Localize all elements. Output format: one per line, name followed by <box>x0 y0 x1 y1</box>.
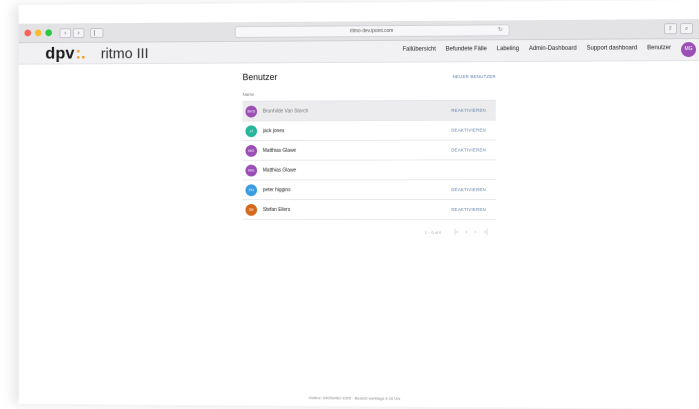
user-row[interactable]: BVS Brunhilde Van Storch REAKTIVIEREN <box>242 100 496 122</box>
pagination: 1 – 6 of 6 |‹ ‹ › ›| <box>243 229 496 236</box>
user-row[interactable]: SE Stefan Eilers DEAKTIVIEREN <box>242 200 496 220</box>
user-avatar: JJ <box>245 124 258 137</box>
user-row[interactable]: MG Matthias Glawe DEAKTIVIEREN <box>242 140 496 161</box>
page-title: Benutzer <box>242 72 278 83</box>
history-nav: ‹ › <box>59 27 85 38</box>
column-header-name: Name <box>242 91 255 97</box>
close-window-button[interactable] <box>24 29 32 37</box>
main-nav: Fallübersicht Befundete Fälle Labeling A… <box>403 45 671 53</box>
nav-fallubersicht[interactable]: Fallübersicht <box>403 47 436 53</box>
pagination-range: 1 – 6 of 6 <box>424 229 442 235</box>
maximize-window-button[interactable] <box>45 29 52 37</box>
first-page-icon[interactable]: |‹ <box>454 229 458 236</box>
next-page-icon[interactable]: › <box>474 229 476 236</box>
nav-labeling[interactable]: Labeling <box>497 46 519 52</box>
user-name: Stefan Eilers <box>262 206 291 213</box>
user-avatar[interactable]: MG <box>681 42 697 58</box>
deactivate-button[interactable]: DEAKTIVIEREN <box>451 207 486 212</box>
reload-icon[interactable]: ↻ <box>498 26 503 33</box>
browser-toolbar-right: ⇧ ⌕ <box>664 23 694 35</box>
user-avatar: SE <box>245 203 258 216</box>
window-controls <box>24 29 52 37</box>
deactivate-button[interactable]: DEAKTIVIEREN <box>451 187 486 192</box>
nav-support-dashboard[interactable]: Support dashboard <box>587 45 638 51</box>
minimize-window-button[interactable] <box>34 29 42 37</box>
user-list: BVS Brunhilde Van Storch REAKTIVIEREN JJ… <box>242 99 496 220</box>
user-name: Matthias Glawe <box>262 147 297 154</box>
deactivate-button[interactable]: DEAKTIVIEREN <box>451 147 486 152</box>
app-header: dpv :. ritmo III Fallübersicht Befundete… <box>18 39 699 65</box>
browser-window: ‹ › ritmo-dev.ipoint.com ↻ ⇧ ⌕ dpv :. ri… <box>18 0 699 409</box>
nav-benutzer[interactable]: Benutzer <box>647 45 671 51</box>
user-name: peter higgins <box>262 186 291 193</box>
new-user-button[interactable]: NEUER BENUTZER <box>453 74 496 79</box>
footer-hotline: Hotline: 040/53462-9309 · Besetzt werkta… <box>308 395 401 401</box>
screen: ‹ › ritmo-dev.ipoint.com ↻ ⇧ ⌕ dpv :. ri… <box>0 0 699 409</box>
address-bar[interactable]: ritmo-dev.ipoint.com ↻ <box>234 24 510 38</box>
prev-page-icon[interactable]: ‹ <box>465 229 467 236</box>
brand[interactable]: dpv :. ritmo III <box>45 43 148 63</box>
reactivate-button[interactable]: REAKTIVIEREN <box>451 108 486 113</box>
sidebar-toggle-icon[interactable] <box>90 27 104 38</box>
address-url: ritmo-dev.ipoint.com <box>349 28 394 35</box>
user-avatar: MG <box>245 164 258 176</box>
user-row[interactable]: JJ jack jones DEAKTIVIEREN <box>242 120 496 142</box>
nav-admin-dashboard[interactable]: Admin-Dashboard <box>529 46 577 52</box>
logo-dots: :. <box>75 43 86 62</box>
app-title: ritmo III <box>100 44 149 62</box>
search-icon[interactable]: ⌕ <box>680 23 694 35</box>
last-page-icon[interactable]: ›| <box>484 229 488 236</box>
deactivate-button[interactable]: DEAKTIVIEREN <box>451 128 486 133</box>
page-header: Benutzer NEUER BENUTZER <box>243 69 496 84</box>
user-avatar: PH <box>245 183 258 196</box>
nav-befundete-faelle[interactable]: Befundete Fälle <box>446 46 487 52</box>
users-panel: Benutzer NEUER BENUTZER Name BVS Brunhil… <box>242 69 496 236</box>
back-button[interactable]: ‹ <box>59 27 72 38</box>
user-name: Matthias Glawe <box>262 167 297 174</box>
share-icon[interactable]: ⇧ <box>664 23 678 35</box>
user-row[interactable]: MG Matthias Glawe <box>242 160 496 181</box>
user-avatar: BVS <box>245 105 258 118</box>
user-avatar: MG <box>245 144 258 157</box>
user-name: Brunhilde Van Storch <box>262 107 309 115</box>
logo: dpv <box>45 43 75 63</box>
user-name: jack jones <box>262 127 285 134</box>
user-row[interactable]: PH peter higgins DEAKTIVIEREN <box>242 180 496 201</box>
forward-button[interactable]: › <box>72 27 85 38</box>
